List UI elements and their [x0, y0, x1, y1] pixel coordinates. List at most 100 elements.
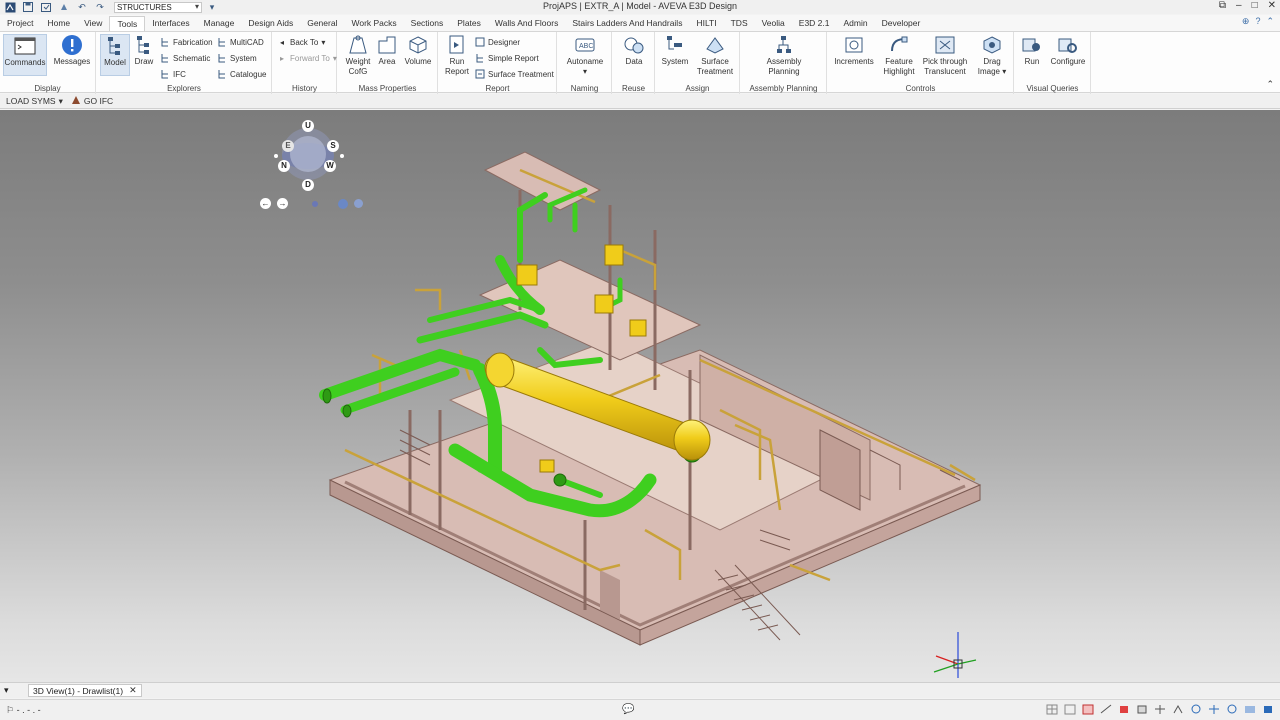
previous-view-icon[interactable]: ←: [260, 198, 271, 209]
isolate-icon[interactable]: [1136, 704, 1148, 715]
close-tab-icon[interactable]: ✕: [129, 685, 137, 696]
tab-home[interactable]: Home: [40, 16, 77, 31]
catalogue-explorer-button[interactable]: Catalogue: [217, 67, 266, 81]
next-view-icon[interactable]: →: [277, 198, 288, 209]
system-explorer-button[interactable]: System: [217, 51, 257, 65]
home-view-icon[interactable]: [354, 199, 363, 208]
designer-button[interactable]: Designer: [475, 35, 520, 49]
surface-treatment-report-button[interactable]: Surface Treatment: [475, 67, 554, 81]
tab-general[interactable]: General: [300, 16, 344, 31]
compass-east-label[interactable]: E: [282, 140, 294, 152]
tab-work-packs[interactable]: Work Packs: [344, 16, 403, 31]
fabrication-explorer-button[interactable]: Fabrication: [160, 35, 213, 49]
measure-icon[interactable]: [1100, 704, 1112, 715]
multicad-explorer-button[interactable]: MultiCAD: [217, 35, 264, 49]
visual-query-configure-button[interactable]: Configure: [1047, 34, 1089, 67]
schematic-explorer-button[interactable]: Schematic: [160, 51, 210, 65]
get-work-icon[interactable]: [56, 1, 72, 13]
app-menu-icon[interactable]: [2, 1, 18, 13]
save-work-icon[interactable]: [38, 1, 54, 13]
clip-icon[interactable]: [1118, 704, 1130, 715]
section-icon[interactable]: [1244, 704, 1256, 715]
tab-interfaces[interactable]: Interfaces: [145, 16, 196, 31]
tab-developer[interactable]: Developer: [875, 16, 928, 31]
tab-tds[interactable]: TDS: [724, 16, 755, 31]
help-icon[interactable]: ?: [1255, 16, 1260, 27]
tab-veolia[interactable]: Veolia: [755, 16, 792, 31]
tab-manage[interactable]: Manage: [197, 16, 242, 31]
go-ifc-button[interactable]: GO IFC: [71, 95, 113, 107]
navigator-icon[interactable]: ⊕: [1242, 16, 1250, 27]
feature-highlight-button[interactable]: Feature Highlight: [880, 34, 918, 77]
undo-icon[interactable]: ↶: [74, 1, 90, 13]
collapse-ribbon-icon[interactable]: ⌃: [1266, 16, 1274, 27]
tab-hilti[interactable]: HILTI: [689, 16, 723, 31]
maximize-icon[interactable]: □: [1252, 0, 1258, 11]
minimize-icon[interactable]: –: [1236, 0, 1242, 11]
reuse-data-button[interactable]: Data: [619, 34, 649, 67]
weight-cofg-button[interactable]: Weight CofG: [341, 34, 375, 77]
redo-icon[interactable]: ↷: [92, 1, 108, 13]
simple-report-button[interactable]: Simple Report: [475, 51, 539, 65]
tab-design-aids[interactable]: Design Aids: [241, 16, 300, 31]
load-syms-button[interactable]: LOAD SYMS ▾: [6, 96, 63, 107]
run-report-button[interactable]: Run Report: [442, 34, 472, 77]
autoname-button[interactable]: ABC Autoname ▾: [563, 34, 607, 77]
tab-list-dropdown-icon[interactable]: ▾: [4, 685, 9, 696]
volume-button[interactable]: Volume: [402, 34, 434, 67]
drag-image-button[interactable]: Drag Image ▾: [974, 34, 1010, 77]
tab-stairs-ladders-handrails[interactable]: Stairs Ladders And Handrails: [565, 16, 689, 31]
commands-button[interactable]: Commands: [3, 34, 47, 76]
back-to-button[interactable]: ◂ Back To ▾: [277, 35, 325, 49]
commands-label: Commands: [4, 58, 46, 67]
model-explorer-button[interactable]: Model: [100, 34, 130, 76]
close-icon[interactable]: ✕: [1268, 0, 1276, 11]
fly-icon[interactable]: [1190, 704, 1202, 715]
customize-qat-icon[interactable]: ▾: [204, 1, 220, 13]
draw-explorer-button[interactable]: Draw: [131, 34, 157, 67]
assign-system-button[interactable]: System: [659, 34, 691, 67]
tab-project[interactable]: Project: [0, 16, 40, 31]
save-icon[interactable]: [20, 1, 36, 13]
view-compass[interactable]: U D N S E W: [268, 118, 352, 208]
3d-viewport[interactable]: U D N S E W ← →: [0, 110, 1280, 682]
compass-down-label[interactable]: D: [302, 179, 314, 191]
module-combo[interactable]: STRUCTURES: [114, 1, 202, 13]
snap-icon[interactable]: [1064, 704, 1076, 715]
tab-plates[interactable]: Plates: [450, 16, 488, 31]
restore-icon[interactable]: ⧉: [1219, 0, 1226, 11]
tab-admin[interactable]: Admin: [837, 16, 875, 31]
compass-south-label[interactable]: S: [327, 140, 339, 152]
compass-north-label[interactable]: N: [278, 160, 290, 172]
tab-sections[interactable]: Sections: [404, 16, 451, 31]
collapse-ribbon-icon[interactable]: ⌃: [1266, 79, 1274, 90]
clash-icon[interactable]: [1082, 704, 1094, 715]
messages-status-icon[interactable]: 💬: [622, 704, 634, 715]
tab-view[interactable]: View: [77, 16, 109, 31]
zoom-extents-icon[interactable]: [1154, 704, 1166, 715]
feature-label: Feature: [885, 57, 913, 66]
area-button[interactable]: Area: [374, 34, 400, 67]
tab-tools[interactable]: Tools: [109, 16, 146, 31]
messages-button[interactable]: Messages: [52, 34, 92, 67]
rotate-icon[interactable]: [1226, 704, 1238, 715]
forward-to-button[interactable]: ▸ Forward To ▾: [277, 51, 337, 65]
doc-tab-3d-view[interactable]: 3D View(1) - Drawlist(1) ✕: [28, 684, 142, 697]
compass-up-label[interactable]: U: [302, 120, 314, 132]
assembly-planning-button[interactable]: Assembly Planning: [761, 34, 807, 77]
rotate-view-icon[interactable]: [338, 198, 348, 209]
visual-query-run-button[interactable]: Run: [1018, 34, 1046, 67]
pick-through-translucent-button[interactable]: Pick through Translucent: [920, 34, 970, 77]
grid-icon[interactable]: [1046, 704, 1058, 715]
tab-walls-and-floors[interactable]: Walls And Floors: [488, 16, 565, 31]
pan-icon[interactable]: [1208, 704, 1220, 715]
view-dot-icon[interactable]: [312, 200, 318, 207]
compass-west-label[interactable]: W: [324, 160, 336, 172]
model-render[interactable]: [0, 110, 1280, 682]
assign-surface-treatment-button[interactable]: Surface Treatment: [694, 34, 736, 77]
ifc-explorer-button[interactable]: IFC: [160, 67, 186, 81]
tab-e3d-21[interactable]: E3D 2.1: [792, 16, 837, 31]
view-options-icon[interactable]: [1262, 704, 1274, 715]
increments-button[interactable]: Increments: [832, 34, 876, 67]
walk-icon[interactable]: [1172, 704, 1184, 715]
